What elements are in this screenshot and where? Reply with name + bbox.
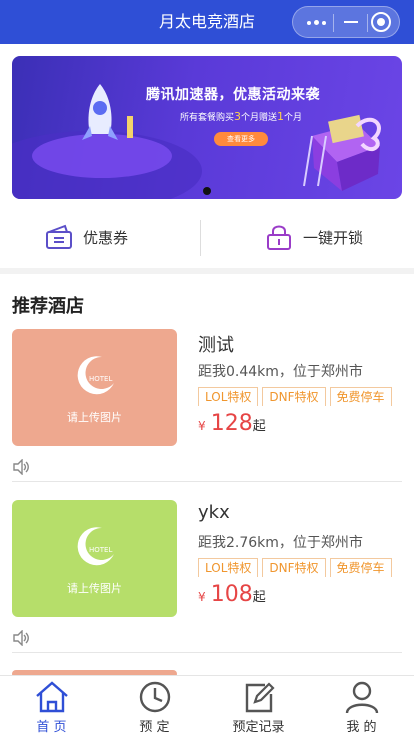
coupon-button[interactable]: 优惠券 [45, 212, 128, 262]
coupon-icon [46, 224, 72, 249]
hotel-logo-icon: HOTEL [77, 356, 114, 395]
banner-subtitle: 所有套餐购买3个月赠送1个月 [180, 110, 303, 123]
unlock-button[interactable]: 一键开锁 [265, 212, 363, 262]
tab-label: 预 定 [139, 720, 170, 735]
hotel-card[interactable]: HOTEL 请上传图片 测试 距我0.44km，位于郑州市 LOL特权 DNF特权… [0, 329, 414, 489]
speaker-icon[interactable] [12, 459, 30, 475]
tab-home[interactable]: 首 页 [0, 676, 103, 736]
hotel-distance: 距我2.76km，位于郑州市 [198, 535, 363, 551]
clock-icon [139, 681, 171, 713]
edit-icon [245, 682, 275, 713]
tab-label: 我 的 [346, 720, 377, 735]
hotel-thumbnail[interactable]: HOTEL 请上传图片 [12, 500, 177, 617]
section-gap [0, 268, 414, 274]
capsule-divider [333, 14, 334, 32]
hotel-tag: LOL特权 [198, 558, 259, 577]
mini-program-capsule [292, 6, 400, 38]
hotel-tags: LOL特权 DNF特权 免费停车 [198, 557, 414, 577]
hotel-name: ykx [198, 502, 230, 523]
hotel-distance: 距我0.44km，位于郑州市 [198, 364, 363, 380]
hotel-tag: 免费停车 [329, 558, 392, 577]
hotel-name: 测试 [198, 335, 234, 356]
banner-more-button[interactable]: 查看更多 [214, 132, 268, 146]
minimize-icon[interactable] [337, 7, 365, 37]
hotel-logo-icon: HOTEL [77, 527, 114, 566]
hotel-tag: DNF特权 [262, 558, 326, 577]
upload-placeholder-text: 请上传图片 [67, 582, 122, 595]
upload-placeholder-text: 请上传图片 [67, 411, 122, 424]
hotel-logo-text: HOTEL [89, 375, 112, 383]
lock-icon [267, 225, 291, 250]
hotel-price: ¥ 128起 [198, 411, 266, 436]
hotel-thumbnail[interactable]: HOTEL 请上传图片 [12, 329, 177, 446]
close-target-icon[interactable] [371, 12, 391, 32]
banner-headline: 腾讯加速器，优惠活动来袭 [146, 87, 320, 103]
capsule-divider [367, 14, 368, 32]
hotel-card[interactable]: HOTEL 请上传图片 ykx 距我2.76km，位于郑州市 LOL特权 DNF特… [0, 500, 414, 660]
tab-bar: 首 页 预 定 预定记录 我 的 [0, 675, 414, 736]
quick-actions: 优惠券 一键开锁 [0, 212, 414, 262]
more-menu-icon[interactable] [303, 7, 331, 37]
carousel-indicator[interactable] [203, 187, 211, 195]
section-title: 推荐酒店 [12, 296, 84, 317]
hotel-tag: DNF特权 [262, 387, 326, 406]
hotel-tag: 免费停车 [329, 387, 392, 406]
hotel-tags: LOL特权 DNF特权 免费停车 [198, 386, 414, 406]
coupon-label: 优惠券 [83, 228, 129, 247]
speaker-icon[interactable] [12, 630, 30, 646]
card-divider [12, 652, 402, 653]
tab-booking[interactable]: 预 定 [103, 676, 206, 736]
navigation-bar: 月太电竞酒店 [0, 0, 414, 44]
home-icon [36, 681, 68, 713]
quick-divider [200, 220, 201, 256]
banner-illustration [12, 84, 381, 199]
tab-label: 首 页 [36, 720, 67, 735]
promo-banner[interactable]: 腾讯加速器，优惠活动来袭 所有套餐购买3个月赠送1个月 查看更多 [12, 56, 402, 199]
unlock-label: 一键开锁 [303, 228, 364, 247]
hotel-logo-text: HOTEL [89, 546, 112, 554]
hotel-tag: LOL特权 [198, 387, 259, 406]
user-icon [345, 681, 379, 714]
tab-profile[interactable]: 我 的 [310, 676, 413, 736]
tab-label: 预定记录 [232, 720, 285, 735]
hotel-price: ¥ 108起 [198, 582, 266, 607]
card-divider [12, 481, 402, 482]
tab-booking-records[interactable]: 预定记录 [207, 676, 310, 736]
